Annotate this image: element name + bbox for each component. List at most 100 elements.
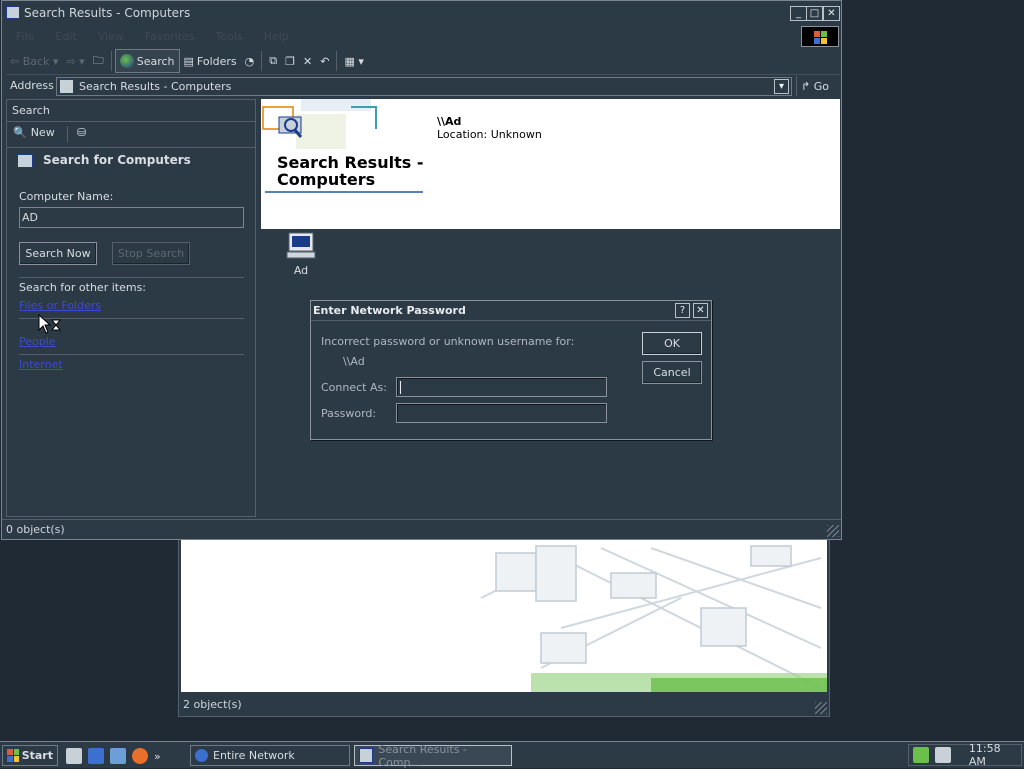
menu-view[interactable]: View [98,30,124,43]
title-bar[interactable]: Search Results - Computers _ □ ✕ [2,1,841,25]
show-desktop-icon[interactable] [66,748,82,764]
busy-cursor-icon [38,314,62,334]
menu-edit[interactable]: Edit [55,30,76,43]
search-label: Search [136,54,175,68]
computer-search-icon [17,154,33,168]
address-value: Search Results - Computers [79,80,232,93]
views-button[interactable]: ▦ ▾ [340,50,367,72]
maximize-button[interactable]: □ [806,6,823,21]
back-arrow-icon: ⇦ [10,54,23,68]
connect-as-label: Connect As: [321,381,387,394]
new-search-button[interactable]: 🔍 New [13,126,55,139]
menu-bar: File Edit View Favorites Tools Help [6,25,840,47]
go-arrow-icon: ↱ [801,79,814,93]
go-button[interactable]: ↱ Go [796,76,838,96]
dialog-title-bar[interactable]: Enter Network Password ? ✕ [311,301,711,321]
undo-button[interactable]: ↶ [316,50,333,72]
resize-grip-icon[interactable] [827,525,839,537]
minimize-button[interactable]: _ [790,6,807,21]
views-icon: ▦ ▾ [344,54,364,68]
network-globe-icon [195,749,208,762]
delete-button[interactable]: ✕ [299,50,316,72]
history-button[interactable]: ◔ [241,50,259,72]
internet-explorer-icon[interactable] [88,748,104,764]
entire-network-window: 2 object(s) [178,535,830,717]
window-title: Search Results - Computers [24,6,191,20]
menu-file[interactable]: File [16,30,34,43]
computer-icon [286,232,316,259]
divider [7,121,255,122]
bg-status-text: 2 object(s) [183,697,242,711]
volume-tray-icon[interactable] [934,747,951,763]
clock[interactable]: 11:58 AM [969,742,1021,768]
windows-logo-icon [801,26,839,47]
search-button[interactable]: Search [114,49,180,73]
address-field[interactable]: Search Results - Computers [56,77,792,96]
windows-flag-icon [7,748,19,762]
close-button[interactable]: ✕ [823,6,840,21]
dialog-close-button[interactable]: ✕ [693,303,708,318]
menu-favorites[interactable]: Favorites [145,30,195,43]
menu-help[interactable]: Help [264,30,289,43]
start-button[interactable]: Start [2,745,58,766]
quick-launch: » [66,747,161,765]
search-graphic-icon [262,99,377,149]
forward-arrow-icon: ⇨ ▾ [66,54,85,68]
toolbar-separator [110,51,112,71]
network-password-dialog: Enter Network Password ? ✕ Incorrect pas… [310,300,712,440]
password-label: Password: [321,407,377,420]
status-text: 0 object(s) [6,523,65,536]
internet-link[interactable]: Internet [19,358,63,371]
ok-button[interactable]: OK [642,332,702,355]
stop-search-button[interactable]: Stop Search [112,242,190,265]
resize-grip-icon[interactable] [815,702,827,714]
move-to-icon: ⧉ [269,54,278,67]
search-pane: Search 🔍 New ⛁ Search for Computers Comp… [6,99,256,517]
search-pane-header: Search [12,104,50,117]
divider [67,126,68,142]
toolbar-separator [336,51,338,71]
address-page-icon [59,79,74,94]
menu-tools[interactable]: Tools [216,30,243,43]
search-now-button[interactable]: Search Now [19,242,97,265]
computer-name-value: AD [22,211,38,224]
cancel-button[interactable]: Cancel [642,361,702,384]
back-label: Back [22,54,50,68]
history-icon: ◔ [244,54,255,68]
item-location: Location: Unknown [437,128,542,141]
copy-to-icon: ❐ [285,54,295,68]
task-search-results[interactable]: Search Results - Comp... [354,743,512,769]
firefox-icon[interactable] [132,748,148,764]
title-underline [265,191,423,193]
search-window-icon [6,6,20,19]
copy-to-button[interactable]: ❐ [281,50,299,72]
new-search-icon: 🔍 [13,126,27,139]
help-button[interactable]: ? [675,303,690,318]
search-section-title: Search for Computers [43,153,191,167]
bg-status-bar: 2 object(s) [181,694,827,714]
forward-button[interactable]: ⇨ ▾ [62,50,88,72]
up-folder-icon: 🗀 [92,53,104,67]
address-dropdown-icon[interactable]: ▾ [774,79,789,94]
folders-button[interactable]: ▤ Folders [180,50,241,72]
computer-name-input[interactable]: AD [19,207,244,228]
network-tray-icon[interactable] [913,747,929,763]
results-title-line2: Computers [277,170,376,189]
task-entire-network[interactable]: Entire Network [190,745,350,766]
folders-label: Folders [196,54,237,68]
back-button[interactable]: ⇦ Back ▾ [6,50,62,72]
connect-as-input[interactable] [396,377,607,397]
files-folders-link[interactable]: Files or Folders [19,299,101,312]
search-assistant-icon[interactable]: ⛁ [77,126,86,139]
quick-launch-chevron-icon[interactable]: » [154,750,161,763]
password-input[interactable] [396,403,607,423]
windows-explorer-icon[interactable] [110,748,126,764]
results-banner: Search Results - Computers \\Ad Location… [261,99,840,229]
people-link[interactable]: People [19,335,56,348]
undo-icon: ↶ [320,54,330,68]
computer-result-item[interactable]: Ad [281,231,321,283]
up-folder-button[interactable]: 🗀 [89,50,108,72]
task-entire-network-label: Entire Network [213,749,295,762]
move-to-button[interactable]: ⧉ [265,50,281,72]
search-results-task-icon [359,748,374,763]
